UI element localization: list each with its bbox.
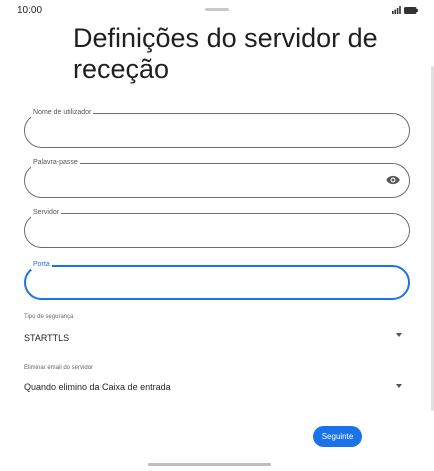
camera-notch — [205, 8, 229, 11]
dropdown-arrow-icon[interactable] — [396, 333, 402, 337]
status-bar: 10:00 — [0, 0, 434, 22]
status-time: 10:00 — [17, 5, 43, 16]
signal-icon — [392, 6, 401, 14]
battery-icon — [404, 6, 418, 14]
port-label: Porta — [31, 259, 52, 270]
password-label: Palavra-passe — [31, 157, 80, 168]
dropdown-arrow-icon[interactable] — [396, 384, 402, 388]
username-field[interactable]: Nome de utilizador — [24, 107, 410, 148]
security-type-label: Tipo de segurança — [24, 314, 74, 320]
page-title: Definições do servidor de receção — [73, 23, 378, 84]
home-indicator[interactable] — [148, 463, 271, 466]
password-field[interactable]: Palavra-passe — [24, 157, 410, 198]
server-label: Servidor — [31, 207, 62, 218]
port-field[interactable]: Porta — [24, 259, 410, 300]
server-field[interactable]: Servidor — [24, 207, 410, 248]
username-label: Nome de utilizador — [31, 107, 94, 118]
system-icons — [392, 5, 418, 15]
security-type-select[interactable]: STARTTLS — [24, 333, 69, 343]
eye-icon[interactable] — [386, 175, 400, 185]
delete-email-label: Eliminar email do servidor — [24, 365, 94, 371]
delete-email-select[interactable]: Quando elimino da Caixa de entrada — [24, 382, 171, 392]
next-button[interactable]: Seguinte — [313, 426, 362, 447]
